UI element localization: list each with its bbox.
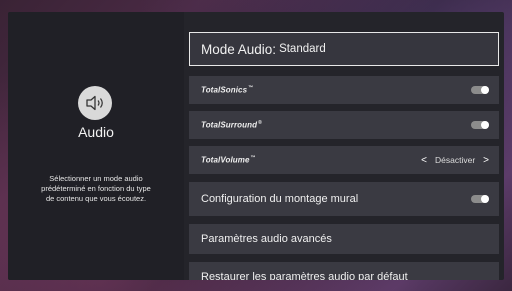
restore-defaults-item[interactable]: Restaurer les paramètres audio par défau… [189, 262, 499, 280]
advanced-audio-item[interactable]: Paramètres audio avancés [189, 224, 499, 254]
panel-title: Audio [78, 124, 114, 140]
audio-mode-value: Standard [279, 43, 326, 55]
total-surround-item[interactable]: TotalSurround® [189, 111, 499, 139]
total-surround-toggle[interactable] [471, 121, 489, 129]
total-volume-item[interactable]: TotalVolume™ < Désactiver > [189, 146, 499, 174]
restore-defaults-label: Restaurer les paramètres audio par défau… [201, 271, 408, 280]
chevron-left-icon[interactable]: < [421, 155, 427, 166]
wall-mount-toggle[interactable] [471, 195, 489, 203]
wall-mount-item[interactable]: Configuration du montage mural [189, 182, 499, 216]
chevron-right-icon[interactable]: > [483, 155, 489, 166]
total-surround-logo: TotalSurround® [201, 120, 262, 130]
total-volume-selector: < Désactiver > [421, 146, 489, 174]
speaker-icon [78, 86, 112, 120]
audio-settings-panel: Audio Sélectionner un mode audio prédéte… [8, 12, 504, 280]
advanced-audio-label: Paramètres audio avancés [201, 233, 332, 245]
audio-mode-item[interactable]: Mode Audio: Standard [189, 32, 499, 66]
total-sonics-toggle[interactable] [471, 86, 489, 94]
wall-mount-label: Configuration du montage mural [201, 193, 359, 205]
total-sonics-item[interactable]: TotalSonics™ [189, 76, 499, 104]
info-panel: Audio Sélectionner un mode audio prédéte… [8, 12, 184, 280]
total-volume-value: Désactiver [435, 155, 476, 165]
total-volume-logo: TotalVolume™ [201, 155, 256, 165]
audio-mode-label: Mode Audio: [201, 41, 277, 57]
panel-description: Sélectionner un mode audio prédéterminé … [41, 174, 151, 203]
total-sonics-logo: TotalSonics™ [201, 85, 254, 95]
audio-menu: Mode Audio: Standard TotalSonics™ TotalS… [184, 12, 504, 280]
